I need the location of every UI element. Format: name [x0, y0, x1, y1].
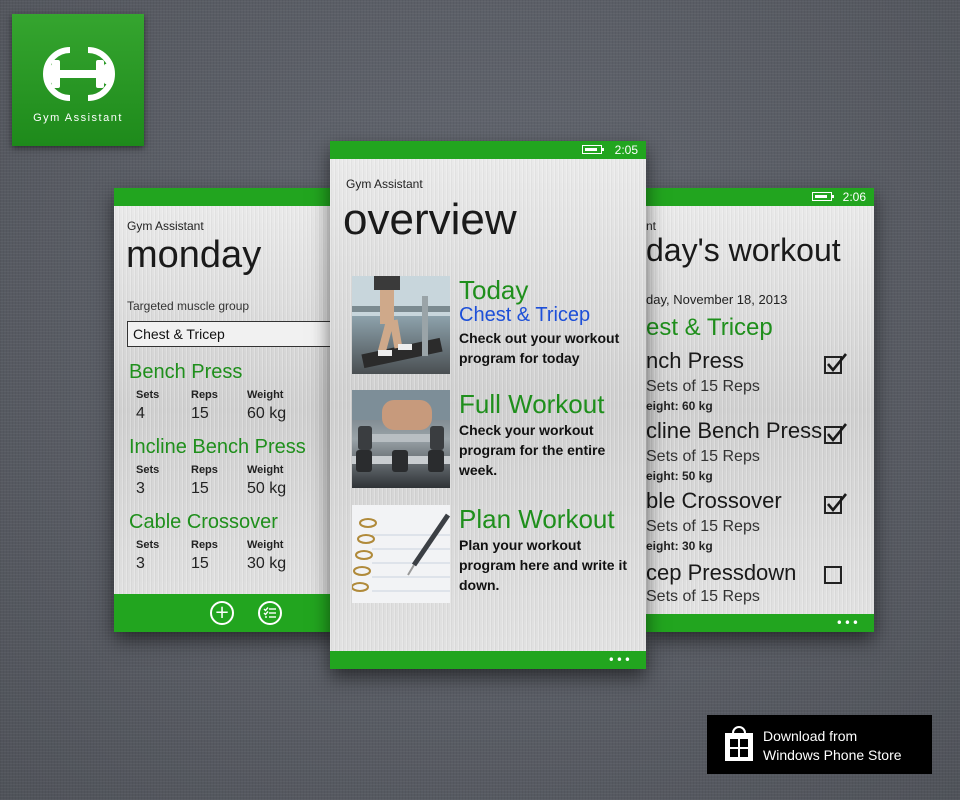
status-time: 2:06 — [842, 190, 866, 204]
full-workout-description: Check your workout program for the entir… — [459, 422, 606, 478]
workout-date: day, November 18, 2013 — [646, 292, 788, 307]
plan-workout-tile-image[interactable] — [352, 505, 450, 603]
muscle-group-label: Targeted muscle group — [127, 299, 250, 313]
done-checkbox[interactable] — [824, 423, 848, 444]
more-menu-button[interactable]: ••• — [836, 616, 860, 630]
list-button[interactable] — [258, 601, 282, 625]
left-phone-screen: Gym Assistant monday Targeted muscle gro… — [114, 188, 340, 632]
today-tile-image[interactable] — [352, 276, 450, 374]
today-title: Today — [459, 275, 529, 305]
full-workout-title: Full Workout — [459, 389, 605, 419]
today-description: Check out your workout program for today — [459, 330, 620, 366]
add-icon: + — [214, 602, 230, 623]
page-title: overview — [343, 195, 517, 244]
center-phone-screen: 2:05 Gym Assistant overview Today Chest … — [330, 141, 646, 669]
exercise-item[interactable]: Cable Crossover Sets Reps Weight 3 15 30… — [129, 511, 286, 572]
store-badge-line1: Download from — [763, 728, 858, 744]
store-badge-line2: Windows Phone Store — [763, 747, 902, 763]
dumbbell-logo-icon — [43, 47, 115, 101]
dumbbell-rack-icon — [352, 390, 450, 472]
exercise-item[interactable]: Bench Press Sets Reps Weight 4 15 60 kg — [129, 361, 286, 422]
treadmill-icon — [352, 276, 450, 369]
muscle-group-select[interactable]: Chest & Tricep — [127, 321, 340, 347]
list-icon — [263, 607, 276, 618]
status-time: 2:05 — [614, 143, 638, 157]
app-bar: + — [114, 594, 340, 632]
exercise-item[interactable]: Incline Bench Press Sets Reps Weight 3 1… — [129, 436, 306, 497]
app-title: Gym Assistant — [346, 177, 423, 191]
plan-workout-title: Plan Workout — [459, 504, 615, 534]
logo-text: Gym Assistant — [33, 112, 123, 124]
checkmark-icon — [827, 353, 848, 373]
today-subtitle: Chest & Tricep — [459, 304, 591, 326]
done-checkbox[interactable] — [824, 566, 842, 584]
checkmark-icon — [827, 493, 848, 513]
battery-icon — [812, 192, 834, 201]
status-bar: 2:06 — [646, 188, 874, 206]
page-title: monday — [126, 234, 262, 276]
more-menu-button[interactable]: ••• — [608, 653, 632, 667]
app-logo: Gym Assistant — [12, 14, 144, 146]
plan-workout-description: Plan your workout program here and write… — [459, 537, 628, 593]
app-title: nt — [646, 219, 657, 233]
done-checkbox[interactable] — [824, 353, 848, 374]
status-bar: 2:05 — [330, 141, 646, 159]
full-workout-tile[interactable]: Full Workout Check your workout program … — [459, 390, 635, 480]
muscle-group-title: est & Tricep — [646, 314, 773, 341]
checkmark-icon — [827, 423, 848, 443]
today-tile[interactable]: Today Chest & Tricep Check out your work… — [459, 276, 635, 368]
windows-phone-store-badge[interactable]: Download from Windows Phone Store — [707, 715, 932, 774]
battery-icon — [582, 145, 604, 154]
app-title: Gym Assistant — [127, 219, 204, 233]
app-bar: ••• — [330, 651, 646, 669]
full-workout-tile-image[interactable] — [352, 390, 450, 488]
store-bag-icon — [725, 726, 753, 761]
notebook-pen-icon — [352, 505, 450, 603]
done-checkbox[interactable] — [824, 493, 848, 514]
add-button[interactable]: + — [210, 601, 234, 625]
app-bar: ••• — [646, 614, 874, 632]
right-phone-screen: 2:06 nt day's workout day, November 18, … — [646, 188, 874, 632]
status-bar — [114, 188, 340, 206]
plan-workout-tile[interactable]: Plan Workout Plan your workout program h… — [459, 505, 635, 595]
page-title: day's workout — [646, 232, 841, 268]
